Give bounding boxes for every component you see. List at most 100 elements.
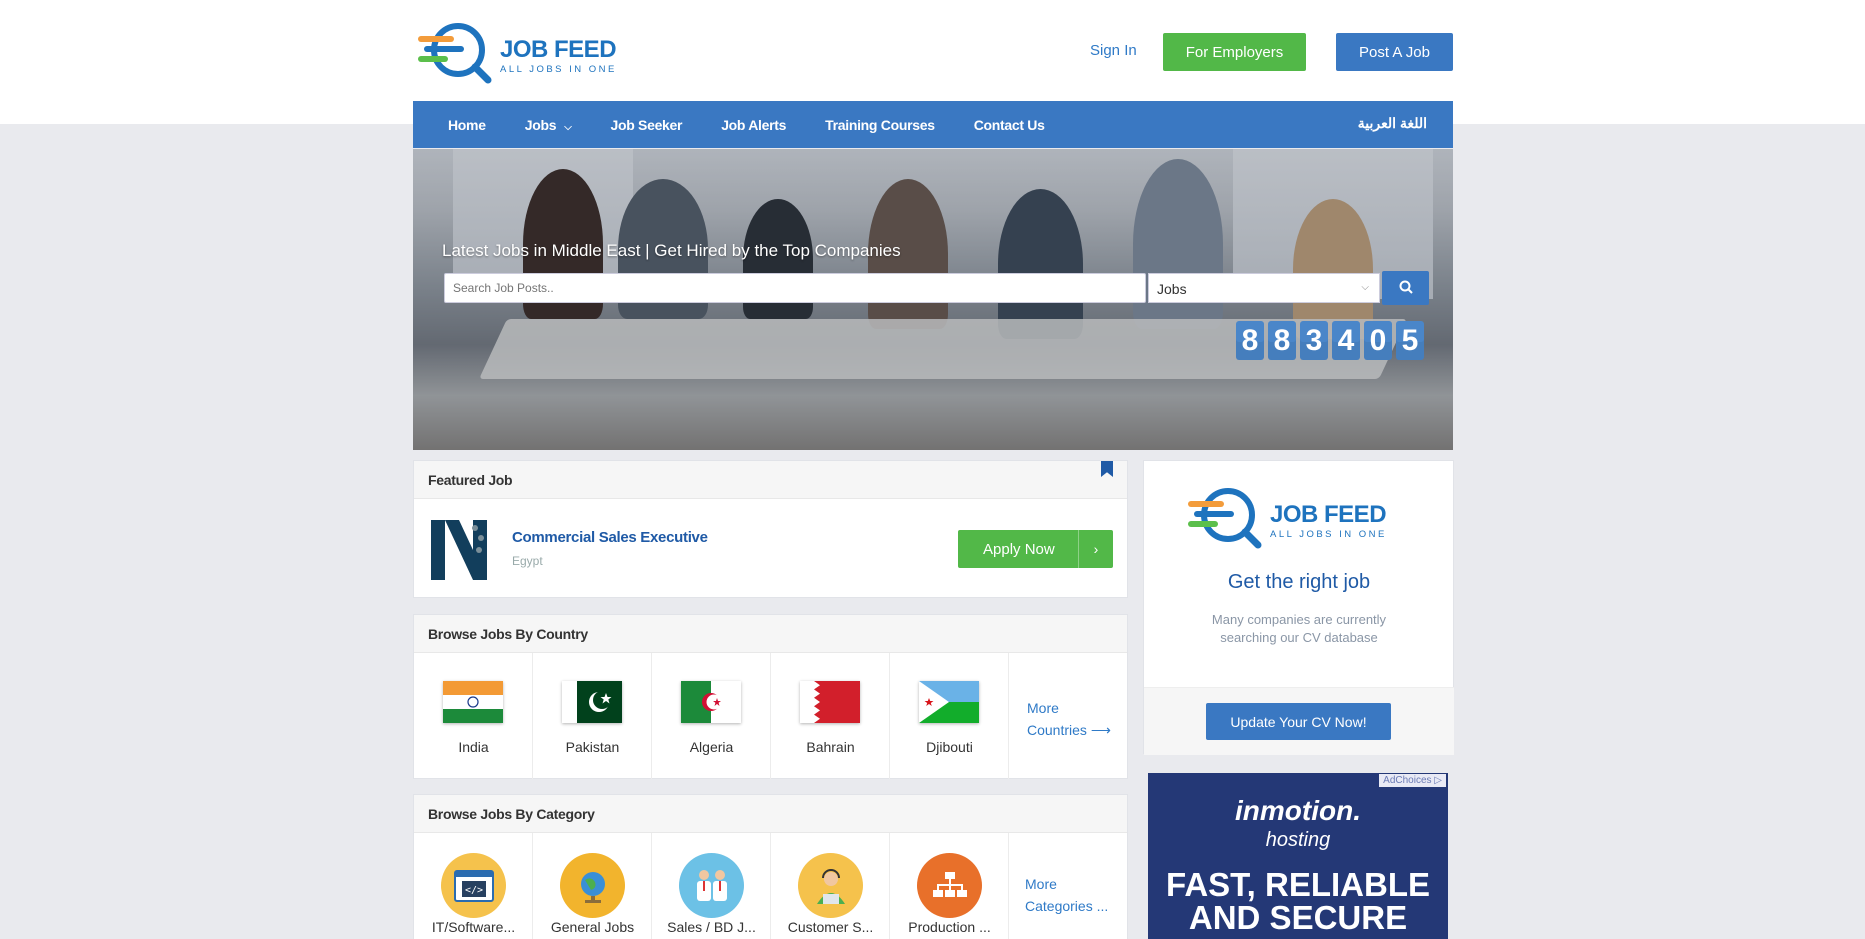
more-label: More xyxy=(1025,876,1057,892)
pakistan-flag-icon xyxy=(562,681,622,723)
country-item-india[interactable]: India xyxy=(414,653,533,779)
nav-contact-us[interactable]: Contact Us xyxy=(974,117,1045,133)
category-label: Customer S... xyxy=(787,919,874,935)
more-label: More xyxy=(1027,700,1059,716)
countries-label: Countries xyxy=(1027,722,1087,738)
category-item-production[interactable]: Production ... xyxy=(890,833,1009,939)
counter-digit: 8 xyxy=(1236,321,1264,360)
search-button[interactable] xyxy=(1382,271,1429,305)
more-countries-link[interactable]: More Countries ⟶ xyxy=(1009,653,1128,779)
sidebar-description: Many companies are currently searching o… xyxy=(1211,612,1387,645)
hero-banner: Latest Jobs in Middle East | Get Hired b… xyxy=(413,149,1453,450)
bahrain-flag-icon xyxy=(800,681,860,723)
logo-magnifier-icon xyxy=(1188,488,1262,549)
category-grid: </> IT/Software... General Jobs Sales / … xyxy=(414,833,1128,939)
site-logo[interactable]: JOB FEED ALL JOBS IN ONE xyxy=(418,20,618,84)
job-counter: 8 8 3 4 0 5 xyxy=(1236,321,1424,360)
browse-by-category-card: Browse Jobs By Category </> IT/Software.… xyxy=(413,794,1128,939)
logo-tagline: ALL JOBS IN ONE xyxy=(500,64,617,75)
nav-home[interactable]: Home xyxy=(448,117,486,133)
counter-digit: 8 xyxy=(1268,321,1296,360)
category-item-customer-service[interactable]: Customer S... xyxy=(771,833,890,939)
ad-sub: hosting xyxy=(1265,829,1331,851)
adchoices-label: AdChoices xyxy=(1383,775,1432,786)
more-countries-text: More Countries ⟶ xyxy=(1027,697,1111,741)
nav-job-alerts[interactable]: Job Alerts xyxy=(721,117,786,133)
for-employers-button[interactable]: For Employers xyxy=(1163,33,1306,71)
sidebar-logo-tagline: ALL JOBS IN ONE xyxy=(1270,529,1387,540)
browse-by-country-card: Browse Jobs By Country India Pakistan Al xyxy=(413,614,1128,779)
country-item-algeria[interactable]: Algeria xyxy=(652,653,771,779)
category-item-sales-bd[interactable]: Sales / BD J... xyxy=(652,833,771,939)
country-item-bahrain[interactable]: Bahrain xyxy=(771,653,890,779)
customer-support-icon xyxy=(798,853,863,918)
country-label: Djibouti xyxy=(926,739,973,755)
nav-jobs[interactable]: Jobs ⌵ xyxy=(525,117,572,133)
country-label: Bahrain xyxy=(806,739,855,755)
category-label: IT/Software... xyxy=(431,919,516,935)
category-item-it-software[interactable]: </> IT/Software... xyxy=(414,833,533,939)
category-item-general-jobs[interactable]: General Jobs xyxy=(533,833,652,939)
counter-digit: 5 xyxy=(1396,321,1424,360)
category-label: General Jobs xyxy=(550,919,635,935)
adchoices-badge[interactable]: AdChoices ▷ xyxy=(1379,774,1446,787)
chevron-down-icon: ⌵ xyxy=(1361,282,1369,293)
logo-title: JOB FEED xyxy=(500,36,617,63)
cv-promo-card: JOB FEED ALL JOBS IN ONE Get the right j… xyxy=(1143,460,1454,755)
country-label: India xyxy=(458,739,489,755)
logo-magnifier-icon xyxy=(418,23,492,84)
nav-job-seeker[interactable]: Job Seeker xyxy=(610,117,682,133)
browse-by-country-heading: Browse Jobs By Country xyxy=(414,615,1127,653)
svg-text:</>: </> xyxy=(464,885,482,896)
chevron-right-icon: › xyxy=(1078,530,1113,568)
country-grid: India Pakistan Algeria Bahrain Djibouti … xyxy=(414,653,1128,779)
country-item-pakistan[interactable]: Pakistan xyxy=(533,653,652,779)
browse-by-category-heading: Browse Jobs By Category xyxy=(414,795,1127,833)
more-categories-text: More Categories ... xyxy=(1025,873,1108,917)
update-cv-button[interactable]: Update Your CV Now! xyxy=(1206,703,1391,740)
india-flag-icon xyxy=(443,681,503,723)
counter-digit: 3 xyxy=(1300,321,1328,360)
ad-brand: inmotion. xyxy=(1235,795,1361,826)
job-search-input[interactable] xyxy=(444,273,1146,303)
globe-icon xyxy=(560,853,625,918)
adchoices-icon: ▷ xyxy=(1434,775,1442,786)
advertisement[interactable]: AdChoices ▷ inmotion. hosting FAST, RELI… xyxy=(1148,773,1448,939)
hero-title: Latest Jobs in Middle East | Get Hired b… xyxy=(442,241,901,260)
more-categories-link[interactable]: More Categories ... xyxy=(1009,833,1128,939)
main-nav: Home Jobs ⌵ Job Seeker Job Alerts Trainin… xyxy=(413,101,1453,148)
featured-job-card: Featured Job Commercial Sales Executive … xyxy=(413,460,1128,598)
language-switch[interactable]: اللغة العربية xyxy=(1358,115,1428,132)
category-label: Sales / BD J... xyxy=(667,919,756,935)
company-logo[interactable] xyxy=(429,516,497,584)
country-label: Algeria xyxy=(689,739,734,755)
featured-job-title[interactable]: Commercial Sales Executive xyxy=(512,529,708,546)
post-a-job-button[interactable]: Post A Job xyxy=(1336,33,1453,71)
job-type-select-value: Jobs xyxy=(1157,281,1187,297)
ad-headline-line-1: FAST, RELIABLE xyxy=(1165,866,1431,903)
business-people-icon xyxy=(679,853,744,918)
chevron-down-icon: ⌵ xyxy=(564,121,572,133)
counter-digit: 4 xyxy=(1332,321,1360,360)
sidebar-footer: Update Your CV Now! xyxy=(1144,687,1454,755)
sidebar-logo-title: JOB FEED xyxy=(1270,501,1387,528)
search-icon xyxy=(1399,280,1413,294)
featured-job-location: Egypt xyxy=(512,554,543,568)
ad-headline: FAST, RELIABLE AND SECURE xyxy=(1148,868,1448,934)
sign-in-link[interactable]: Sign In xyxy=(1090,42,1137,59)
djibouti-flag-icon xyxy=(919,681,979,723)
apply-now-button[interactable]: Apply Now › xyxy=(958,530,1113,568)
arrow-right-icon: ⟶ xyxy=(1090,722,1111,738)
sidebar-title: Get the right job xyxy=(1227,571,1371,593)
nav-training-courses[interactable]: Training Courses xyxy=(825,117,935,133)
country-item-djibouti[interactable]: Djibouti xyxy=(890,653,1009,779)
org-chart-icon xyxy=(917,853,982,918)
categories-label: Categories ... xyxy=(1025,898,1109,914)
code-window-icon: </> xyxy=(441,853,506,918)
job-type-select[interactable]: Jobs ⌵ xyxy=(1148,273,1380,303)
category-label: Production ... xyxy=(908,919,991,935)
featured-job-heading: Featured Job xyxy=(414,461,1127,499)
ad-headline-line-2: AND SECURE xyxy=(1188,899,1408,936)
algeria-flag-icon xyxy=(681,681,741,723)
counter-digit: 0 xyxy=(1364,321,1392,360)
